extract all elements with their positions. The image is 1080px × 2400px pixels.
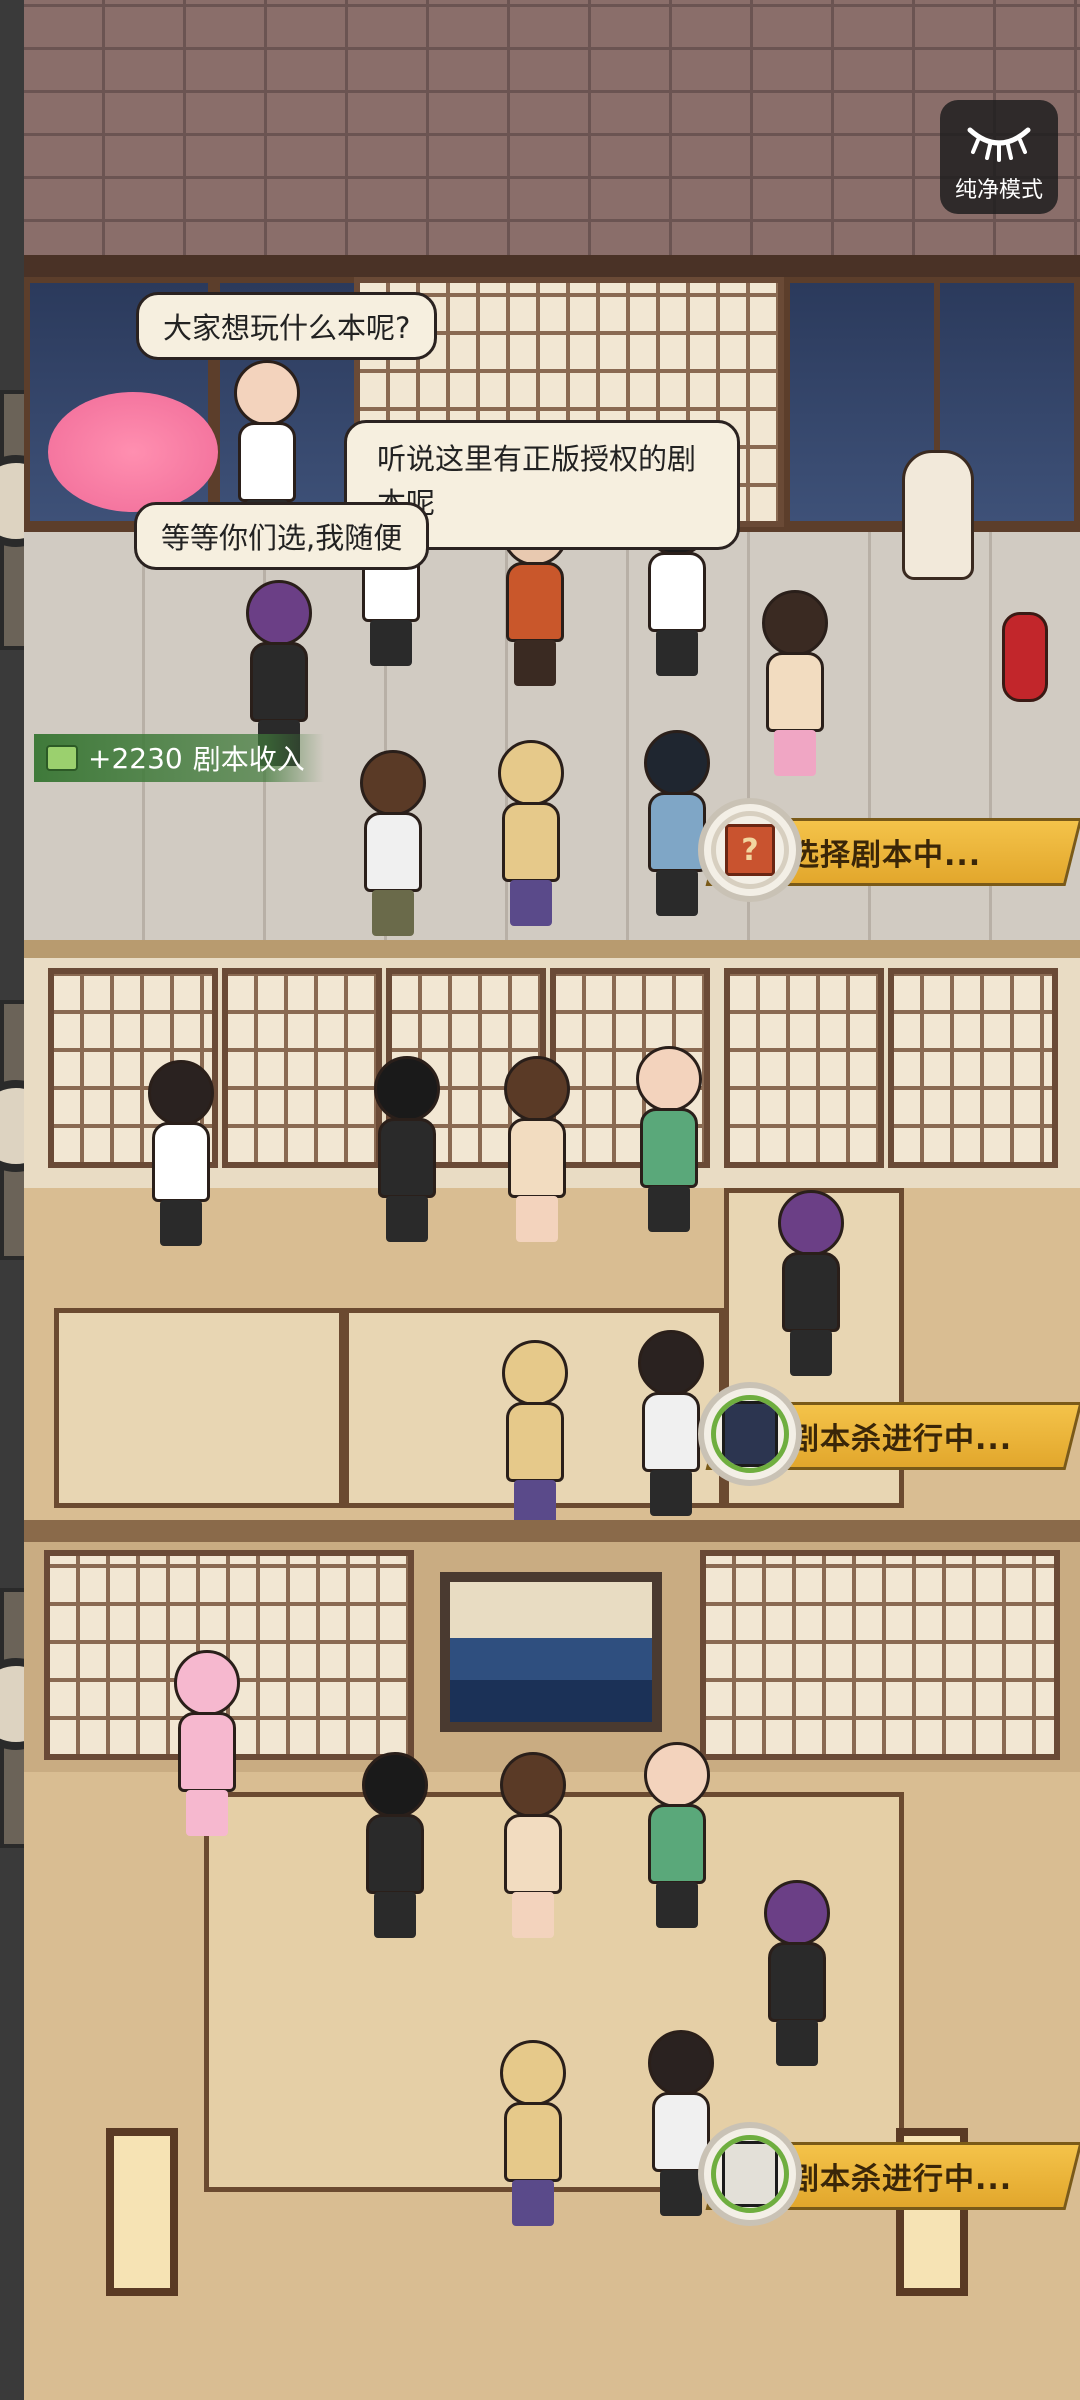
pure-mode-label: 纯净模式 [954,178,1043,203]
npc-blonde-back[interactable] [500,1340,570,1526]
speech-bubble: 等等你们选,我随便 [134,502,430,570]
npc-cap-back[interactable] [642,730,712,916]
room1-status-text: 选择剧本中... [789,838,982,873]
npc-blonde-back[interactable] [496,740,566,926]
npc-host-boy[interactable] [146,1060,216,1246]
npc-girl-glasses[interactable] [760,590,830,776]
script-poster-icon [722,2141,778,2207]
speech-bubble: 大家想玩什么本呢? [136,292,438,360]
great-wave-painting [440,1572,662,1732]
shoji-screen [222,968,382,1168]
room1-beam [24,255,1080,277]
npc-player-glasses[interactable] [634,1046,704,1232]
script-poster-icon [722,1401,778,1467]
question-book-icon: ? [725,824,775,876]
floor-divider [24,1520,1080,1542]
money-icon [46,745,78,771]
room1-brick-wall [24,0,1080,262]
shoji-screen [888,968,1058,1168]
sakura-tree [48,392,218,512]
room2-status-badge[interactable] [698,1382,802,1486]
red-lantern [1002,612,1048,702]
income-popup: +2230 剧本收入 [34,734,324,782]
room3-status-badge[interactable] [698,2122,802,2226]
closed-eye-icon [967,127,1031,162]
room2-status-text: 剧本杀进行中... [789,1422,1013,1457]
pure-mode-button[interactable]: 纯净模式 [940,100,1058,214]
npc-masked-boy[interactable] [762,1880,832,2066]
floor-lamp [106,2128,178,2296]
income-amount: +2230 [88,741,183,775]
tatami-mat [54,1308,344,1508]
income-label: 剧本收入 [192,743,305,776]
building-edge [0,0,62,2400]
npc-customer-back[interactable] [358,750,428,936]
shoji-screen [724,968,884,1168]
lucky-cat-statue [902,450,974,580]
npc-player[interactable] [360,1752,430,1938]
npc-blonde-back[interactable] [498,2040,568,2226]
floor-divider [24,940,1080,958]
npc-player[interactable] [498,1752,568,1938]
shoji-screen [700,1550,1060,1760]
npc-bunny-girl[interactable] [172,1650,242,1836]
npc-player[interactable] [502,1056,572,1242]
npc-player[interactable] [372,1056,442,1242]
npc-masked-boy[interactable] [776,1190,846,1376]
npc-player-glasses[interactable] [642,1742,712,1928]
room3-status-text: 剧本杀进行中... [789,2162,1013,2197]
npc-player-back[interactable] [636,1330,706,1516]
room1-status-badge[interactable]: ? [698,798,802,902]
